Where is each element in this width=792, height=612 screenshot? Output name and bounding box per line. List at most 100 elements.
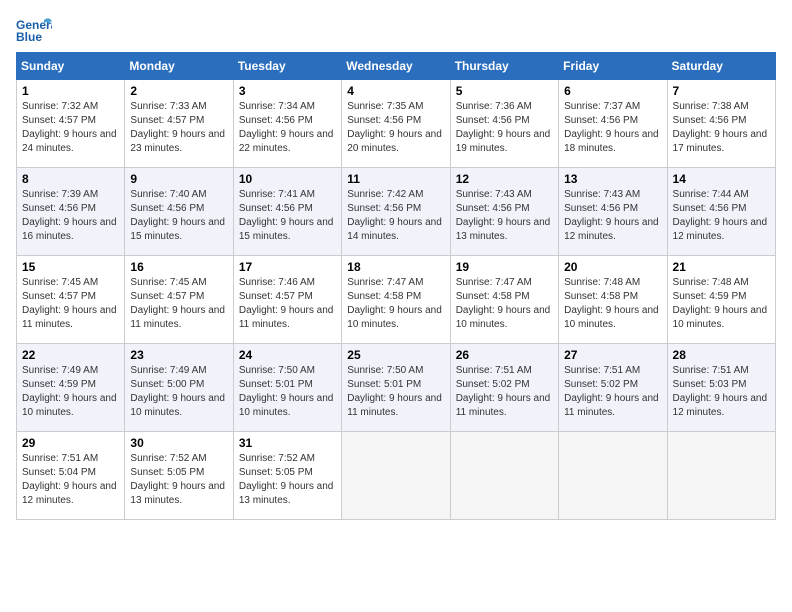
day-info: Sunrise: 7:33 AMSunset: 4:57 PMDaylight:… — [130, 101, 225, 154]
day-info: Sunrise: 7:37 AMSunset: 4:56 PMDaylight:… — [564, 101, 659, 154]
calendar-cell: 16 Sunrise: 7:45 AMSunset: 4:57 PMDaylig… — [125, 256, 233, 344]
day-number: 19 — [456, 260, 553, 274]
day-number: 4 — [347, 84, 444, 98]
day-number: 9 — [130, 172, 227, 186]
calendar-cell: 10 Sunrise: 7:41 AMSunset: 4:56 PMDaylig… — [233, 168, 341, 256]
day-number: 18 — [347, 260, 444, 274]
day-info: Sunrise: 7:41 AMSunset: 4:56 PMDaylight:… — [239, 189, 334, 242]
day-info: Sunrise: 7:43 AMSunset: 4:56 PMDaylight:… — [564, 189, 659, 242]
day-info: Sunrise: 7:32 AMSunset: 4:57 PMDaylight:… — [22, 101, 117, 154]
calendar-cell — [559, 432, 667, 520]
day-number: 28 — [673, 348, 770, 362]
day-number: 6 — [564, 84, 661, 98]
day-number: 29 — [22, 436, 119, 450]
calendar-cell: 25 Sunrise: 7:50 AMSunset: 5:01 PMDaylig… — [342, 344, 450, 432]
day-number: 26 — [456, 348, 553, 362]
day-info: Sunrise: 7:47 AMSunset: 4:58 PMDaylight:… — [347, 277, 442, 330]
calendar-week-5: 29 Sunrise: 7:51 AMSunset: 5:04 PMDaylig… — [17, 432, 776, 520]
day-number: 1 — [22, 84, 119, 98]
calendar-cell: 4 Sunrise: 7:35 AMSunset: 4:56 PMDayligh… — [342, 80, 450, 168]
day-info: Sunrise: 7:48 AMSunset: 4:58 PMDaylight:… — [564, 277, 659, 330]
day-number: 22 — [22, 348, 119, 362]
weekday-tuesday: Tuesday — [233, 53, 341, 80]
day-info: Sunrise: 7:36 AMSunset: 4:56 PMDaylight:… — [456, 101, 551, 154]
calendar-week-1: 1 Sunrise: 7:32 AMSunset: 4:57 PMDayligh… — [17, 80, 776, 168]
day-number: 5 — [456, 84, 553, 98]
logo-icon: General Blue — [16, 16, 52, 44]
calendar-cell: 20 Sunrise: 7:48 AMSunset: 4:58 PMDaylig… — [559, 256, 667, 344]
day-info: Sunrise: 7:39 AMSunset: 4:56 PMDaylight:… — [22, 189, 117, 242]
day-info: Sunrise: 7:50 AMSunset: 5:01 PMDaylight:… — [347, 365, 442, 418]
weekday-saturday: Saturday — [667, 53, 775, 80]
calendar-week-3: 15 Sunrise: 7:45 AMSunset: 4:57 PMDaylig… — [17, 256, 776, 344]
day-info: Sunrise: 7:45 AMSunset: 4:57 PMDaylight:… — [130, 277, 225, 330]
day-number: 10 — [239, 172, 336, 186]
calendar-cell: 8 Sunrise: 7:39 AMSunset: 4:56 PMDayligh… — [17, 168, 125, 256]
day-info: Sunrise: 7:42 AMSunset: 4:56 PMDaylight:… — [347, 189, 442, 242]
calendar-cell: 7 Sunrise: 7:38 AMSunset: 4:56 PMDayligh… — [667, 80, 775, 168]
day-info: Sunrise: 7:48 AMSunset: 4:59 PMDaylight:… — [673, 277, 768, 330]
calendar-cell: 9 Sunrise: 7:40 AMSunset: 4:56 PMDayligh… — [125, 168, 233, 256]
day-info: Sunrise: 7:52 AMSunset: 5:05 PMDaylight:… — [239, 453, 334, 506]
calendar-week-4: 22 Sunrise: 7:49 AMSunset: 4:59 PMDaylig… — [17, 344, 776, 432]
day-info: Sunrise: 7:51 AMSunset: 5:04 PMDaylight:… — [22, 453, 117, 506]
day-info: Sunrise: 7:47 AMSunset: 4:58 PMDaylight:… — [456, 277, 551, 330]
calendar-body: 1 Sunrise: 7:32 AMSunset: 4:57 PMDayligh… — [17, 80, 776, 520]
day-number: 11 — [347, 172, 444, 186]
day-info: Sunrise: 7:35 AMSunset: 4:56 PMDaylight:… — [347, 101, 442, 154]
day-number: 31 — [239, 436, 336, 450]
day-info: Sunrise: 7:34 AMSunset: 4:56 PMDaylight:… — [239, 101, 334, 154]
calendar-cell: 24 Sunrise: 7:50 AMSunset: 5:01 PMDaylig… — [233, 344, 341, 432]
calendar-cell: 5 Sunrise: 7:36 AMSunset: 4:56 PMDayligh… — [450, 80, 558, 168]
day-number: 20 — [564, 260, 661, 274]
day-number: 30 — [130, 436, 227, 450]
day-number: 8 — [22, 172, 119, 186]
day-info: Sunrise: 7:51 AMSunset: 5:03 PMDaylight:… — [673, 365, 768, 418]
day-number: 24 — [239, 348, 336, 362]
day-info: Sunrise: 7:52 AMSunset: 5:05 PMDaylight:… — [130, 453, 225, 506]
calendar-cell: 13 Sunrise: 7:43 AMSunset: 4:56 PMDaylig… — [559, 168, 667, 256]
day-info: Sunrise: 7:40 AMSunset: 4:56 PMDaylight:… — [130, 189, 225, 242]
day-info: Sunrise: 7:51 AMSunset: 5:02 PMDaylight:… — [456, 365, 551, 418]
svg-text:Blue: Blue — [16, 30, 42, 44]
day-number: 15 — [22, 260, 119, 274]
calendar-week-2: 8 Sunrise: 7:39 AMSunset: 4:56 PMDayligh… — [17, 168, 776, 256]
weekday-thursday: Thursday — [450, 53, 558, 80]
day-number: 23 — [130, 348, 227, 362]
weekday-header-row: SundayMondayTuesdayWednesdayThursdayFrid… — [17, 53, 776, 80]
logo: General Blue — [16, 16, 52, 44]
calendar-cell: 31 Sunrise: 7:52 AMSunset: 5:05 PMDaylig… — [233, 432, 341, 520]
day-number: 2 — [130, 84, 227, 98]
day-number: 27 — [564, 348, 661, 362]
weekday-friday: Friday — [559, 53, 667, 80]
calendar-cell: 23 Sunrise: 7:49 AMSunset: 5:00 PMDaylig… — [125, 344, 233, 432]
calendar-cell: 26 Sunrise: 7:51 AMSunset: 5:02 PMDaylig… — [450, 344, 558, 432]
day-number: 17 — [239, 260, 336, 274]
day-info: Sunrise: 7:44 AMSunset: 4:56 PMDaylight:… — [673, 189, 768, 242]
weekday-sunday: Sunday — [17, 53, 125, 80]
calendar-cell: 11 Sunrise: 7:42 AMSunset: 4:56 PMDaylig… — [342, 168, 450, 256]
calendar-cell: 19 Sunrise: 7:47 AMSunset: 4:58 PMDaylig… — [450, 256, 558, 344]
day-info: Sunrise: 7:49 AMSunset: 5:00 PMDaylight:… — [130, 365, 225, 418]
day-info: Sunrise: 7:46 AMSunset: 4:57 PMDaylight:… — [239, 277, 334, 330]
day-number: 7 — [673, 84, 770, 98]
day-number: 16 — [130, 260, 227, 274]
day-number: 13 — [564, 172, 661, 186]
day-info: Sunrise: 7:49 AMSunset: 4:59 PMDaylight:… — [22, 365, 117, 418]
day-info: Sunrise: 7:43 AMSunset: 4:56 PMDaylight:… — [456, 189, 551, 242]
calendar-cell — [342, 432, 450, 520]
day-number: 3 — [239, 84, 336, 98]
day-number: 12 — [456, 172, 553, 186]
calendar-cell — [667, 432, 775, 520]
page-header: General Blue — [16, 16, 776, 44]
calendar-cell: 30 Sunrise: 7:52 AMSunset: 5:05 PMDaylig… — [125, 432, 233, 520]
calendar-cell: 1 Sunrise: 7:32 AMSunset: 4:57 PMDayligh… — [17, 80, 125, 168]
calendar-cell: 2 Sunrise: 7:33 AMSunset: 4:57 PMDayligh… — [125, 80, 233, 168]
weekday-monday: Monday — [125, 53, 233, 80]
day-info: Sunrise: 7:50 AMSunset: 5:01 PMDaylight:… — [239, 365, 334, 418]
weekday-wednesday: Wednesday — [342, 53, 450, 80]
calendar-cell: 29 Sunrise: 7:51 AMSunset: 5:04 PMDaylig… — [17, 432, 125, 520]
calendar-table: SundayMondayTuesdayWednesdayThursdayFrid… — [16, 52, 776, 520]
calendar-cell: 22 Sunrise: 7:49 AMSunset: 4:59 PMDaylig… — [17, 344, 125, 432]
calendar-cell: 3 Sunrise: 7:34 AMSunset: 4:56 PMDayligh… — [233, 80, 341, 168]
